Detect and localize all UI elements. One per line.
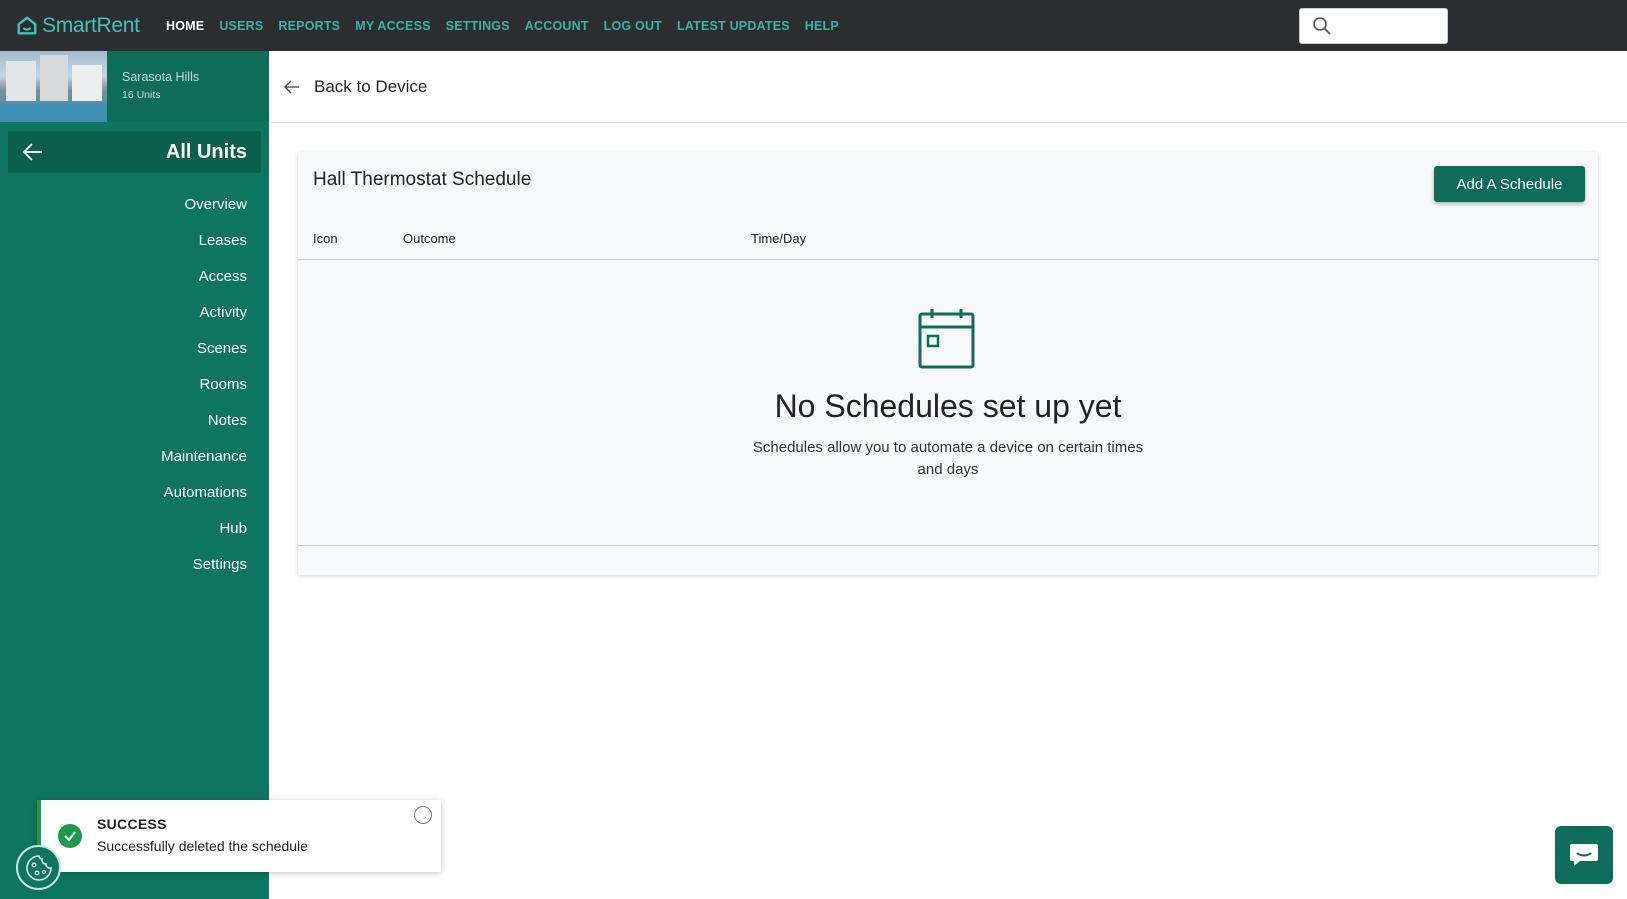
schedule-title: Hall Thermostat Schedule [313,169,532,190]
arrow-left-icon [284,80,299,93]
nav-latest-updates[interactable]: LATEST UPDATES [677,19,790,33]
property-header[interactable]: Sarasota Hills 16 Units [0,51,269,122]
all-units-button[interactable]: All Units [8,131,261,173]
sidebar-item-automations[interactable]: Automations [0,475,247,511]
nav-users[interactable]: USERS [219,19,263,33]
nav-account[interactable]: ACCOUNT [525,19,589,33]
back-to-device-button[interactable]: Back to Device [284,77,427,97]
chat-button[interactable] [1555,826,1613,884]
nav-log-out[interactable]: LOG OUT [604,19,662,33]
sidebar-item-hub[interactable]: Hub [0,511,247,547]
main-nav: HOME USERS REPORTS MY ACCESS SETTINGS AC… [166,19,854,33]
empty-state-title: No Schedules set up yet [774,388,1122,424]
nav-reports[interactable]: REPORTS [278,19,340,33]
table-header-divider [298,259,1598,260]
search-input[interactable] [1338,18,1438,34]
nav-my-access[interactable]: MY ACCESS [355,19,430,33]
check-circle-icon [58,824,82,848]
back-to-device-label: Back to Device [314,76,428,96]
cookie-settings-button[interactable] [16,845,61,890]
search-icon [1313,17,1331,35]
property-name: Sarasota Hills [122,70,200,84]
page-subheader: Back to Device [269,51,1627,123]
nav-settings[interactable]: SETTINGS [446,19,510,33]
sidebar-item-scenes[interactable]: Scenes [0,331,247,367]
sidebar-item-settings[interactable]: Settings [0,547,247,583]
success-toast: SUCCESS Successfully deleted the schedul… [37,800,441,872]
toast-title: SUCCESS [97,816,167,832]
all-units-label: All Units [165,140,247,163]
sidebar-item-notes[interactable]: Notes [0,403,247,439]
nav-home[interactable]: HOME [166,19,204,33]
empty-state-description: Schedules allow you to automate a device… [752,439,1144,478]
schedule-card: Hall Thermostat Schedule Add A Schedule … [298,152,1598,575]
sidebar-item-leases[interactable]: Leases [0,223,247,259]
sidebar-item-maintenance[interactable]: Maintenance [0,439,247,475]
sidebar: Sarasota Hills 16 Units All Units Overvi… [0,51,269,899]
smartrent-logo[interactable]: SmartRent [16,14,166,38]
chat-icon [1570,844,1598,866]
sidebar-item-access[interactable]: Access [0,259,247,295]
sidebar-menu: Overview Leases Access Activity Scenes R… [0,187,269,583]
sidebar-item-activity[interactable]: Activity [0,295,247,331]
calendar-icon [918,309,975,369]
add-schedule-button[interactable]: Add A Schedule [1434,166,1585,202]
top-navbar: SmartRent HOME USERS REPORTS MY ACCESS S… [0,0,1627,51]
smartrent-logo-icon [17,16,37,35]
sidebar-item-rooms[interactable]: Rooms [0,367,247,403]
toast-message: Successfully deleted the schedule [97,838,308,854]
property-image [0,51,107,122]
sidebar-item-overview[interactable]: Overview [0,187,247,223]
table-footer-divider [298,545,1598,546]
column-header-time-day: Time/Day [751,231,807,246]
column-header-icon: Icon [313,231,338,246]
brand-name: SmartRent [42,13,140,37]
search-box[interactable] [1299,8,1448,44]
cookie-icon [25,854,52,881]
arrow-left-icon [22,143,42,161]
column-header-outcome: Outcome [403,231,456,246]
nav-help[interactable]: HELP [805,19,839,33]
toast-close-button[interactable] [414,806,432,824]
property-units: 16 Units [122,89,161,101]
